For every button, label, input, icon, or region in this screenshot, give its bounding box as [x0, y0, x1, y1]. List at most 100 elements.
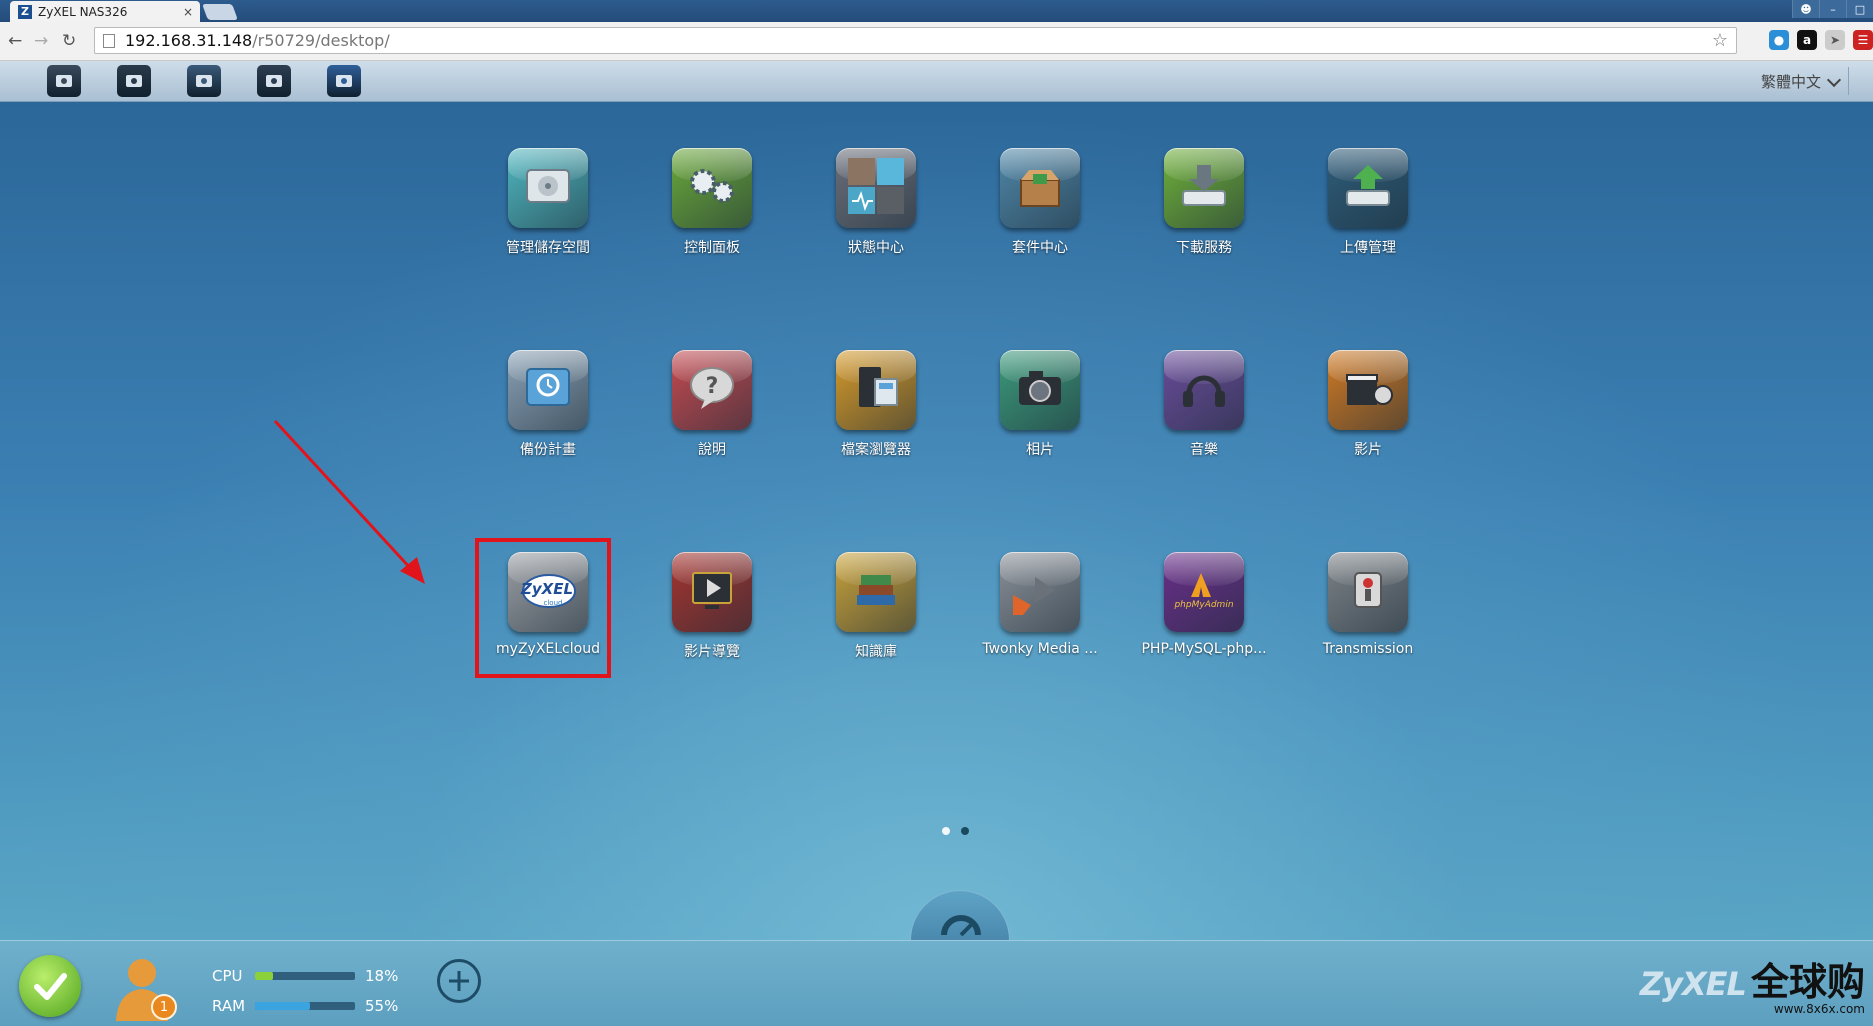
cpu-meter: CPU 18% — [212, 967, 398, 985]
app-phpmyadmin[interactable]: phpMyAdmin PHP-MySQL-php... — [1129, 552, 1279, 657]
app-file-browser[interactable]: 檔案瀏覽器 — [801, 350, 951, 459]
app-status-center[interactable]: 狀態中心 — [801, 148, 951, 257]
app-control-panel[interactable]: 控制面板 — [637, 148, 787, 257]
watermark: ZyXEL 全球购 www.8x6x.com — [1640, 951, 1865, 1016]
back-arrow-icon[interactable]: ← — [8, 31, 22, 51]
user-profile-icon[interactable]: ☻ — [1792, 0, 1819, 18]
page-indicator — [942, 827, 969, 835]
status-center-icon[interactable] — [836, 148, 916, 228]
tile-glyph — [1341, 161, 1395, 215]
address-bar[interactable]: 192.168.31.148/r50729/desktop/ ☆ — [94, 27, 1737, 54]
tile-glyph — [1013, 565, 1067, 619]
app-upload-manager[interactable]: 上傳管理 — [1293, 148, 1443, 257]
app-transmission[interactable]: Transmission — [1293, 552, 1443, 657]
new-tab-button[interactable] — [202, 4, 238, 20]
chat-extension-icon[interactable]: ● — [1769, 30, 1789, 50]
video-icon[interactable] — [1328, 350, 1408, 430]
browser-tab[interactable]: Z ZyXEL NAS326 × — [10, 1, 200, 22]
download-service-icon[interactable] — [1164, 148, 1244, 228]
tile-glyph: ? — [685, 363, 739, 417]
file-browser-icon[interactable] — [47, 65, 81, 97]
music-icon[interactable] — [187, 65, 221, 97]
speedometer-icon — [941, 915, 981, 937]
zyxel-cloud-icon[interactable] — [327, 65, 361, 97]
cpu-label: CPU — [212, 967, 243, 985]
add-widget-button[interactable] — [437, 959, 481, 1003]
tile-glyph: phpMyAdmin — [1171, 567, 1237, 617]
package-center-icon[interactable] — [1000, 148, 1080, 228]
app-backup-planner[interactable]: 備份計畫 — [473, 350, 623, 459]
plus-icon — [449, 971, 469, 991]
photo-icon[interactable] — [1000, 350, 1080, 430]
ram-bar-fill — [255, 1002, 310, 1010]
page-dot-1[interactable] — [942, 827, 950, 835]
app-knowledge-base[interactable]: 知識庫 — [801, 552, 951, 661]
svg-text:cloud: cloud — [544, 599, 563, 607]
transmission-icon[interactable] — [1328, 552, 1408, 632]
tile-glyph: ZyXEL cloud — [515, 567, 581, 617]
browser-tab-strip: Z ZyXEL NAS326 × ☻ – □ — [0, 0, 1873, 22]
language-select[interactable]: 繁體中文 — [1760, 71, 1842, 92]
page-dot-2[interactable] — [961, 827, 969, 835]
widget-toggle-button[interactable] — [910, 890, 1010, 942]
control-panel-icon[interactable] — [672, 148, 752, 228]
app-help[interactable]: ? 說明 — [637, 350, 787, 459]
tile-glyph — [846, 156, 906, 220]
knowledge-base-icon[interactable] — [836, 552, 916, 632]
amazon-extension-icon[interactable]: a — [1797, 30, 1817, 50]
photo-camera-icon[interactable] — [117, 65, 151, 97]
ram-label: RAM — [212, 997, 246, 1015]
plane-extension-icon[interactable]: ➤ — [1825, 30, 1845, 50]
ram-bar — [255, 1002, 355, 1010]
page-icon — [103, 33, 115, 48]
language-label: 繁體中文 — [1760, 73, 1821, 91]
tab-close-icon[interactable]: × — [180, 5, 196, 19]
cpu-percent: 18% — [365, 967, 399, 985]
music-icon[interactable] — [1164, 350, 1244, 430]
maximize-icon[interactable]: □ — [1846, 0, 1873, 18]
phpmyadmin-icon[interactable]: phpMyAdmin — [1164, 552, 1244, 632]
minimize-icon[interactable]: – — [1819, 0, 1846, 18]
file-browser-icon[interactable] — [836, 350, 916, 430]
app-download-service[interactable]: 下載服務 — [1129, 148, 1279, 257]
app-label: 影片 — [1354, 442, 1382, 458]
upload-manager-icon[interactable] — [1328, 148, 1408, 228]
ram-percent: 55% — [365, 997, 399, 1015]
app-twonky-media[interactable]: Twonky Media ... — [965, 552, 1115, 657]
app-package-center[interactable]: 套件中心 — [965, 148, 1115, 257]
system-ok-icon[interactable] — [19, 955, 81, 1017]
svg-text:ZyXEL: ZyXEL — [520, 580, 573, 598]
app-label: 音樂 — [1190, 442, 1218, 458]
extension-icons: ● a ➤ ☰ — [1769, 30, 1873, 50]
bookmark-star-icon[interactable]: ☆ — [1712, 30, 1728, 51]
menu-extension-icon[interactable]: ☰ — [1853, 30, 1873, 50]
backup-planner-icon[interactable] — [508, 350, 588, 430]
app-label: Twonky Media ... — [982, 641, 1098, 657]
app-photo[interactable]: 相片 — [965, 350, 1115, 459]
tile-glyph — [1177, 161, 1231, 215]
storage-manager-icon[interactable] — [508, 148, 588, 228]
cpu-bar-fill — [255, 972, 273, 980]
url-path: /r50729/desktop/ — [252, 31, 390, 50]
video-tour-icon[interactable] — [672, 552, 752, 632]
tile-glyph — [1341, 565, 1395, 619]
app-video[interactable]: 影片 — [1293, 350, 1443, 459]
tile-glyph — [685, 565, 739, 619]
app-storage-manager[interactable]: 管理儲存空間 — [473, 148, 623, 257]
app-music[interactable]: 音樂 — [1129, 350, 1279, 459]
reload-icon[interactable]: ↻ — [62, 31, 76, 51]
forward-arrow-icon[interactable]: → — [34, 31, 48, 51]
video-icon[interactable] — [257, 65, 291, 97]
twonky-media-icon[interactable] — [1000, 552, 1080, 632]
help-icon[interactable]: ? — [672, 350, 752, 430]
status-bar: 1 CPU 18% RAM 55% ZyXEL 全球购 www.8x6x.com — [0, 940, 1873, 1026]
app-label: 說明 — [698, 442, 726, 458]
window-controls: ☻ – □ — [1792, 0, 1873, 18]
tile-glyph — [523, 164, 573, 212]
app-label: 控制面板 — [684, 240, 740, 256]
tile-glyph — [521, 363, 575, 417]
app-label: 備份計畫 — [520, 442, 576, 458]
checkmark-icon — [34, 973, 67, 1000]
app-video-tour[interactable]: 影片導覽 — [637, 552, 787, 661]
app-label: 影片導覽 — [684, 644, 740, 660]
